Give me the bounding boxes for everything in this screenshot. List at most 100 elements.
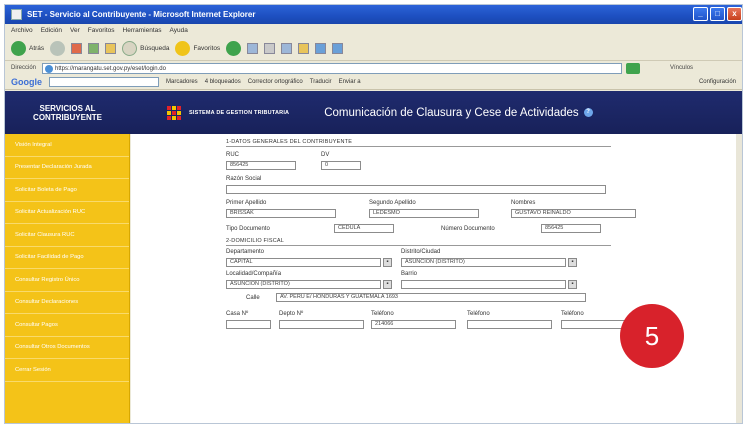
- search-icon: [122, 41, 138, 56]
- telefono-3-label: Teléfono: [561, 311, 584, 317]
- tipo-documento-label: Tipo Documento: [226, 226, 270, 232]
- sidebar-item-clausura-ruc[interactable]: Solicitar Clausura RUC: [5, 224, 129, 247]
- tipo-documento-field[interactable]: CEDULA: [334, 224, 394, 233]
- google-toolbar: Google Marcadores 4 bloqueados Corrector…: [5, 75, 742, 90]
- site-header: SERVICIOS AL CONTRIBUYENTE SISTEMA DE GE…: [5, 91, 742, 134]
- search-label: Búsqueda: [140, 45, 170, 52]
- help-icon[interactable]: ?: [583, 108, 593, 117]
- star-icon: [175, 41, 191, 56]
- forward-arrow-icon[interactable]: [50, 41, 66, 56]
- print-icon[interactable]: [264, 43, 276, 54]
- casa-label: Casa Nº: [226, 311, 249, 317]
- razon-social-label: Razón Social: [226, 176, 262, 182]
- window-titlebar[interactable]: SET - Servicio al Contribuyente - Micros…: [5, 5, 742, 24]
- localidad-select[interactable]: ASUNCION (DISTRITO): [226, 280, 381, 289]
- localidad-label: Localidad/Compañía: [226, 271, 282, 277]
- localidad-dropdown-icon[interactable]: ▪: [383, 280, 392, 289]
- menu-ayuda[interactable]: Ayuda: [170, 27, 188, 34]
- address-url: https://marangatu.set.gov.py/eset/login.…: [55, 65, 166, 72]
- menu-herramientas[interactable]: Herramientas: [123, 27, 162, 34]
- sidebar-item-pagos[interactable]: Consultar Pagos: [5, 314, 129, 337]
- sidebar-item-vision-integral[interactable]: Visión Integral: [5, 134, 129, 157]
- google-item-bloqueados[interactable]: 4 bloqueados: [205, 79, 241, 85]
- menu-ver[interactable]: Ver: [70, 27, 80, 34]
- menu-archivo[interactable]: Archivo: [11, 27, 33, 34]
- edit-icon[interactable]: [281, 43, 293, 54]
- telefono-1-label: Teléfono: [371, 311, 394, 317]
- depto-label: Depto Nº: [279, 311, 304, 317]
- sidebar-item-cerrar-sesion[interactable]: Cerrar Sesión: [5, 359, 129, 382]
- back-label: Atrás: [29, 45, 45, 52]
- site-brand[interactable]: SERVICIOS AL CONTRIBUYENTE: [5, 104, 130, 122]
- barrio-select[interactable]: [401, 280, 566, 289]
- telefono-2-field[interactable]: [467, 320, 552, 329]
- minimize-button[interactable]: _: [693, 7, 708, 21]
- sidebar-item-solicitar-boleta[interactable]: Solicitar Boleta de Pago: [5, 179, 129, 202]
- back-button[interactable]: Atrás: [11, 41, 44, 56]
- distrito-select[interactable]: ASUNCION (DISTRITO): [401, 258, 566, 267]
- form-content: 1-DATOS GENERALES DEL CONTRIBUYENTE RUC …: [131, 134, 742, 423]
- refresh-icon[interactable]: [88, 43, 100, 54]
- segundo-apellido-field[interactable]: LEDESMO: [369, 209, 479, 218]
- numero-documento-label: Número Documento: [441, 226, 495, 232]
- google-item-corrector[interactable]: Corrector ortográfico: [248, 79, 303, 85]
- barrio-label: Barrio: [401, 271, 418, 277]
- ruc-label: RUC: [226, 152, 239, 158]
- calle-label: Calle: [246, 295, 260, 301]
- google-item-traducir[interactable]: Traducir: [310, 79, 332, 85]
- sidebar-item-otros-documentos[interactable]: Consultar Otros Documentos: [5, 337, 129, 359]
- google-search-input[interactable]: [49, 77, 159, 87]
- menu-favoritos[interactable]: Favoritos: [88, 27, 115, 34]
- primer-apellido-label: Primer Apellido: [226, 200, 267, 206]
- research-icon[interactable]: [332, 43, 344, 54]
- distrito-dropdown-icon[interactable]: ▪: [568, 258, 577, 267]
- section-domicilio-fiscal: 2-DOMICILIO FISCAL: [226, 238, 611, 246]
- ruc-field[interactable]: 856425: [226, 161, 296, 170]
- telefono-1-field[interactable]: 214066: [371, 320, 456, 329]
- google-logo[interactable]: Google: [11, 77, 42, 87]
- barrio-dropdown-icon[interactable]: ▪: [568, 280, 577, 289]
- google-item-marcadores[interactable]: Marcadores: [166, 79, 198, 85]
- folder-icon[interactable]: [298, 43, 310, 54]
- sidebar-item-declaraciones[interactable]: Consultar Declaraciones: [5, 292, 129, 314]
- sidebar-item-facilidad-pago[interactable]: Solicitar Facilidad de Pago: [5, 247, 129, 269]
- history-icon[interactable]: [226, 41, 242, 56]
- departamento-dropdown-icon[interactable]: ▪: [383, 258, 392, 267]
- window-controls: _ □ x: [693, 7, 742, 21]
- google-item-enviar[interactable]: Enviar a: [339, 79, 361, 85]
- sidebar-item-registro-unico[interactable]: Consultar Registro Único: [5, 269, 129, 292]
- search-button[interactable]: Búsqueda: [122, 41, 169, 56]
- go-button[interactable]: [626, 62, 641, 74]
- mail-icon[interactable]: [247, 43, 259, 54]
- menu-edicion[interactable]: Edición: [41, 27, 62, 34]
- telefono-2-label: Teléfono: [467, 311, 490, 317]
- page-icon: [45, 64, 54, 73]
- home-icon[interactable]: [105, 43, 117, 54]
- sidebar-item-presentar-declaracion[interactable]: Presentar Declaración Jurada: [5, 157, 129, 179]
- favorites-button[interactable]: Favoritos: [175, 41, 220, 56]
- departamento-select[interactable]: CAPITAL: [226, 258, 381, 267]
- google-config[interactable]: Configuración: [699, 79, 736, 85]
- sidebar-menu: Visión Integral Presentar Declaración Ju…: [5, 134, 130, 423]
- distrito-label: Distrito/Ciudad: [401, 249, 441, 255]
- nombres-field[interactable]: GUSTAVO REINALDO: [511, 209, 636, 218]
- messenger-icon[interactable]: [315, 43, 327, 54]
- close-button[interactable]: x: [727, 7, 742, 21]
- depto-field[interactable]: [279, 320, 364, 329]
- nombres-label: Nombres: [511, 200, 536, 206]
- favorites-label: Favoritos: [193, 45, 221, 52]
- system-name: SISTEMA DE GESTION TRIBUTARIA: [189, 109, 290, 116]
- sidebar-item-actualizacion-ruc[interactable]: Solicitar Actualización RUC: [5, 202, 129, 224]
- address-input[interactable]: https://marangatu.set.gov.py/eset/login.…: [42, 62, 623, 74]
- segundo-apellido-label: Segundo Apellido: [369, 200, 416, 206]
- stop-icon[interactable]: [71, 43, 83, 54]
- links-label[interactable]: Vínculos: [670, 65, 693, 71]
- dv-field[interactable]: 0: [321, 161, 361, 170]
- razon-social-field[interactable]: [226, 185, 606, 194]
- page-scrollbar[interactable]: [736, 134, 742, 423]
- calle-field[interactable]: AV. PERU E/ HONDURAS Y GUATEMALA 1693: [276, 293, 586, 302]
- casa-field[interactable]: [226, 320, 271, 329]
- primer-apellido-field[interactable]: BRISSAK: [226, 209, 336, 218]
- maximize-button[interactable]: □: [710, 7, 725, 21]
- numero-documento-field[interactable]: 856425: [541, 224, 601, 233]
